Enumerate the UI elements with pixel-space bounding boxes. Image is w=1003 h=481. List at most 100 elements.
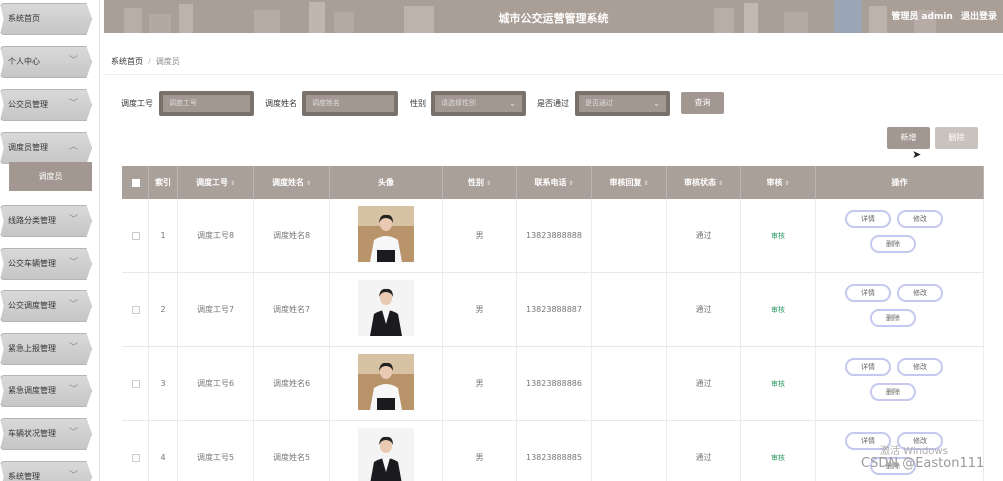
- column-header-label: 调度工号: [195, 178, 228, 187]
- select-all-checkbox[interactable]: [132, 179, 140, 187]
- sort-icon[interactable]: ⇕: [643, 180, 648, 187]
- mouse-cursor-icon: ➤: [912, 148, 922, 161]
- column-header: 操作: [816, 166, 984, 199]
- operations-cell: 详情 修改删除: [816, 199, 984, 273]
- sort-icon[interactable]: ⇕: [784, 180, 789, 187]
- sidebar-item-label: 线路分类管理: [8, 216, 56, 225]
- row-checkbox-cell: [122, 273, 149, 347]
- cell-name: 调度姓名8: [254, 199, 330, 273]
- table-row: 2 调度工号7 调度姓名7 男 13823888887 通过 审核 详情 修改 删除: [122, 273, 984, 347]
- column-header: 审核 ⇕: [741, 166, 816, 199]
- detail-button[interactable]: 详情: [845, 210, 891, 228]
- row-checkbox[interactable]: [132, 380, 140, 388]
- row-checkbox-cell: [122, 199, 149, 273]
- windows-activation-hint: 激活 Windows: [880, 446, 948, 457]
- column-header: 性别 ⇕: [443, 166, 517, 199]
- detail-button[interactable]: 详情: [845, 284, 891, 302]
- sort-icon[interactable]: ⇕: [306, 180, 311, 187]
- row-checkbox[interactable]: [132, 306, 140, 314]
- batch-delete-button[interactable]: 删除: [935, 127, 978, 149]
- sidebar-item[interactable]: 系统首页: [0, 3, 92, 35]
- logout-link[interactable]: 退出登录: [961, 12, 997, 22]
- cell-phone: 13823888887: [517, 273, 592, 347]
- query-button[interactable]: 查询: [681, 92, 724, 114]
- delete-button[interactable]: 删除: [870, 383, 916, 401]
- avatar-cell: [330, 199, 443, 273]
- gender-select[interactable]: 请选择性别 ⌄: [431, 91, 526, 116]
- sidebar-item[interactable]: 系统管理 ﹀: [0, 461, 92, 481]
- avatar-cell: [330, 347, 443, 421]
- sidebar-item-label: 个人中心: [8, 57, 40, 66]
- chevron-down-icon: ⌄: [509, 99, 516, 108]
- cell-phone: 13823888888: [517, 199, 592, 273]
- column-header: 联系电话 ⇕: [517, 166, 592, 199]
- audit-link[interactable]: 审核: [771, 306, 785, 314]
- sort-icon[interactable]: ⇕: [568, 180, 573, 187]
- sidebar-item[interactable]: 车辆状况管理 ﹀: [0, 418, 92, 450]
- sidebar-item-label: 紧急上报管理: [8, 344, 56, 353]
- cell-name: 调度姓名7: [254, 273, 330, 347]
- chevron-down-icon: ﹀: [68, 258, 78, 268]
- operations-cell: 详情 修改删除: [816, 273, 984, 347]
- sidebar-item-label: 公交调度管理: [8, 301, 56, 310]
- sidebar-item-label: 紧急调度管理: [8, 386, 56, 395]
- edit-button[interactable]: 修改: [897, 210, 943, 228]
- audit-link[interactable]: 审核: [771, 232, 785, 240]
- sidebar-item[interactable]: 个人中心 ﹀: [0, 46, 92, 78]
- breadcrumb-home[interactable]: 系统首页: [111, 57, 143, 66]
- table-row: 3 调度工号6 调度姓名6 男 13823888886 通过 审核 详情 修改 删除: [122, 347, 984, 421]
- sidebar-item-label: 系统首页: [8, 14, 40, 23]
- divider: [104, 74, 1003, 75]
- sort-icon[interactable]: ⇕: [486, 180, 491, 187]
- sidebar-item[interactable]: 公交调度管理 ﹀: [0, 290, 92, 322]
- user-area: 管理员 admin 退出登录: [886, 9, 997, 22]
- edit-button[interactable]: 修改: [897, 358, 943, 376]
- row-checkbox[interactable]: [132, 454, 140, 462]
- delete-button[interactable]: 删除: [870, 309, 916, 327]
- chevron-down-icon: ﹀: [68, 428, 78, 438]
- chevron-down-icon: ﹀: [68, 385, 78, 395]
- avatar-cell: [330, 421, 443, 481]
- audit-cell: 审核: [741, 273, 816, 347]
- sidebar-subitem-dispatcher[interactable]: 调度员: [9, 162, 92, 191]
- cell-status: 通过: [667, 273, 741, 347]
- passed-select[interactable]: 是否通过 ⌄: [575, 91, 670, 116]
- column-header: 索引: [149, 166, 178, 199]
- sidebar-item[interactable]: 线路分类管理 ﹀: [0, 205, 92, 237]
- operations-cell: 详情 修改删除: [816, 347, 984, 421]
- sort-icon[interactable]: ⇕: [718, 180, 723, 187]
- cell-name: 调度姓名6: [254, 347, 330, 421]
- column-header-label: 性别: [467, 178, 484, 187]
- sidebar-item[interactable]: 紧急上报管理 ﹀: [0, 333, 92, 365]
- edit-button[interactable]: 修改: [897, 284, 943, 302]
- sidebar-subitem-label: 调度员: [38, 172, 63, 181]
- sidebar-item-label: 车辆状况管理: [8, 429, 56, 438]
- cell-reply: [592, 273, 667, 347]
- row-checkbox[interactable]: [132, 232, 140, 240]
- sidebar-item[interactable]: 公交车辆管理 ﹀: [0, 248, 92, 280]
- cell-status: 通过: [667, 421, 741, 481]
- avatar: [358, 428, 414, 481]
- column-header-label: 审核状态: [683, 178, 716, 187]
- sidebar-item[interactable]: 调度员管理 ︿: [0, 132, 92, 164]
- detail-button[interactable]: 详情: [845, 358, 891, 376]
- chevron-down-icon: ﹀: [68, 343, 78, 353]
- delete-button[interactable]: 删除: [870, 235, 916, 253]
- gender-select-value: 请选择性别: [441, 99, 476, 107]
- column-header: 调度姓名 ⇕: [254, 166, 330, 199]
- avatar: [358, 206, 414, 262]
- audit-link[interactable]: 审核: [771, 380, 785, 388]
- app-root: 系统首页 个人中心 ﹀ 公交员管理 ﹀ 调度员管理 ︿ 线路分类管理 ﹀ 公交车辆管理 ﹀ 公交调度管…: [0, 0, 1003, 481]
- row-checkbox-cell: [122, 347, 149, 421]
- table-header: 索引 调度工号 ⇕ 调度姓名 ⇕ 头像 性别 ⇕ 联系电话 ⇕ 审核回复 ⇕ 审核状态 ⇕ 审核 ⇕ 操作: [122, 166, 984, 199]
- sidebar-item[interactable]: 公交员管理 ﹀: [0, 89, 92, 121]
- sidebar-item[interactable]: 紧急调度管理 ﹀: [0, 375, 92, 407]
- chevron-down-icon: ﹀: [68, 99, 78, 109]
- cell-gender: 男: [443, 273, 517, 347]
- audit-link[interactable]: 审核: [771, 454, 785, 462]
- name-input[interactable]: 调度姓名: [302, 91, 398, 116]
- sort-icon[interactable]: ⇕: [230, 180, 235, 187]
- job-no-input[interactable]: 调度工号: [159, 91, 254, 116]
- avatar: [358, 354, 414, 410]
- add-button[interactable]: 新增: [887, 127, 930, 149]
